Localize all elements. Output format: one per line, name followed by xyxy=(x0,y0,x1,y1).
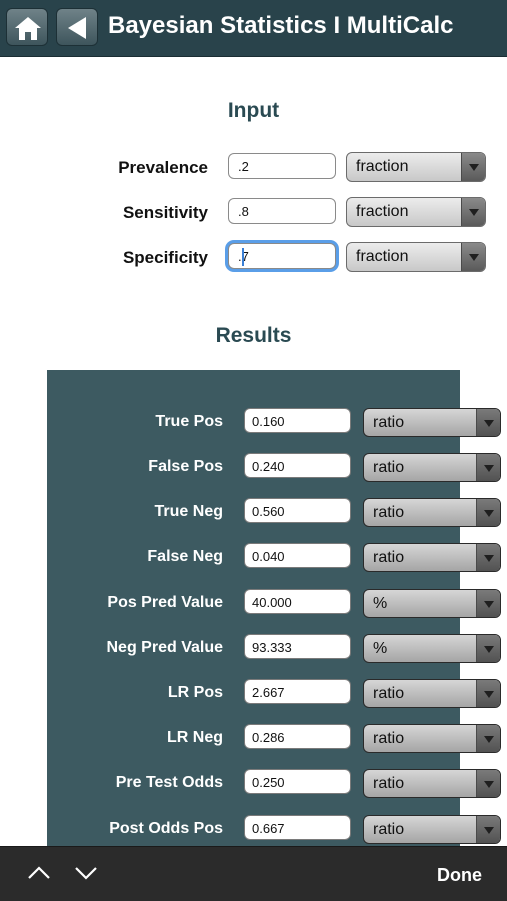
prevalence-input[interactable]: .2 xyxy=(228,153,336,179)
chevron-up-icon[interactable] xyxy=(27,865,51,881)
app-title: Bayesian Statistics I MultiCalc xyxy=(108,12,454,39)
neg-pred-value-unit-value: % xyxy=(373,640,388,657)
chevron-down-icon xyxy=(476,770,500,797)
lr-neg-value[interactable]: 0.286 xyxy=(244,724,351,749)
pre-test-odds-label: Pre Test Odds xyxy=(115,774,223,791)
lr-pos-value[interactable]: 2.667 xyxy=(244,679,351,704)
false-pos-value[interactable]: 0.240 xyxy=(244,453,351,478)
neg-pred-value-unit-select[interactable]: % xyxy=(363,634,501,663)
chevron-down-icon xyxy=(476,454,500,481)
false-neg-label: False Neg xyxy=(147,548,223,565)
home-icon xyxy=(15,17,41,40)
specificity-unit-value: fraction xyxy=(356,248,409,265)
chevron-down-icon xyxy=(476,499,500,526)
pos-pred-value-unit-value: % xyxy=(373,595,388,612)
false-neg-unit-select[interactable]: ratio xyxy=(363,543,501,572)
chevron-down-icon xyxy=(476,409,500,436)
input-section-title: Input xyxy=(227,99,280,122)
keyboard-toolbar: Done xyxy=(0,846,507,901)
pos-pred-value-unit-select[interactable]: % xyxy=(363,589,501,618)
chevron-down-icon xyxy=(476,544,500,571)
prevalence-unit-value: fraction xyxy=(356,158,409,175)
lr-pos-unit-value: ratio xyxy=(373,685,405,702)
lr-neg-label: LR Neg xyxy=(167,729,223,746)
text-cursor xyxy=(242,248,244,266)
home-button[interactable] xyxy=(6,8,48,46)
results-section-title: Results xyxy=(215,324,292,347)
pos-pred-value-value[interactable]: 40.000 xyxy=(244,589,351,614)
true-pos-label: True Pos xyxy=(155,413,223,430)
false-neg-value[interactable]: 0.040 xyxy=(244,543,351,568)
post-odds-pos-unit-select[interactable]: ratio xyxy=(363,815,501,844)
sensitivity-unit-select[interactable]: fraction xyxy=(346,197,486,227)
chevron-down-icon xyxy=(476,635,500,662)
pre-test-odds-value[interactable]: 0.250 xyxy=(244,769,351,794)
chevron-down-icon xyxy=(461,153,485,181)
pos-pred-value-label: Pos Pred Value xyxy=(107,594,223,611)
neg-pred-value-label: Neg Pred Value xyxy=(106,639,224,656)
specificity-input[interactable]: .7 xyxy=(228,243,336,269)
chevron-down-icon xyxy=(461,243,485,271)
pre-test-odds-unit-value: ratio xyxy=(373,775,405,792)
post-odds-pos-value[interactable]: 0.667 xyxy=(244,815,351,840)
true-pos-unit-select[interactable]: ratio xyxy=(363,408,501,437)
prevalence-label: Prevalence xyxy=(118,158,208,177)
true-neg-label: True Neg xyxy=(154,503,223,520)
true-neg-unit-value: ratio xyxy=(373,504,405,521)
chevron-down-icon[interactable] xyxy=(74,865,98,881)
sensitivity-unit-value: fraction xyxy=(356,203,409,220)
lr-neg-unit-value: ratio xyxy=(373,730,405,747)
true-pos-value[interactable]: 0.160 xyxy=(244,408,351,433)
prevalence-unit-select[interactable]: fraction xyxy=(346,152,486,182)
chevron-down-icon xyxy=(476,725,500,752)
sensitivity-input[interactable]: .8 xyxy=(228,198,336,224)
specificity-unit-select[interactable]: fraction xyxy=(346,242,486,272)
chevron-down-icon xyxy=(476,680,500,707)
chevron-down-icon xyxy=(476,590,500,617)
chevron-down-icon xyxy=(476,816,500,843)
true-neg-unit-select[interactable]: ratio xyxy=(363,498,501,527)
false-pos-label: False Pos xyxy=(148,458,223,475)
false-pos-unit-select[interactable]: ratio xyxy=(363,453,501,482)
post-odds-pos-label: Post Odds Pos xyxy=(109,820,223,837)
lr-pos-unit-select[interactable]: ratio xyxy=(363,679,501,708)
post-odds-pos-unit-value: ratio xyxy=(373,821,405,838)
lr-pos-label: LR Pos xyxy=(167,684,223,701)
false-neg-unit-value: ratio xyxy=(373,549,405,566)
chevron-down-icon xyxy=(461,198,485,226)
back-button[interactable] xyxy=(56,8,98,46)
back-arrow-icon xyxy=(68,17,86,39)
pre-test-odds-unit-select[interactable]: ratio xyxy=(363,769,501,798)
specificity-label: Specificity xyxy=(122,248,208,267)
true-pos-unit-value: ratio xyxy=(373,414,405,431)
true-neg-value[interactable]: 0.560 xyxy=(244,498,351,523)
app-header: Bayesian Statistics I MultiCalc xyxy=(0,0,507,57)
false-pos-unit-value: ratio xyxy=(373,459,405,476)
lr-neg-unit-select[interactable]: ratio xyxy=(363,724,501,753)
done-button[interactable]: Done xyxy=(437,865,482,886)
sensitivity-label: Sensitivity xyxy=(122,203,208,222)
results-panel: True Pos 0.160 ratio False Pos 0.240 rat… xyxy=(47,370,501,900)
neg-pred-value-value[interactable]: 93.333 xyxy=(244,634,351,659)
